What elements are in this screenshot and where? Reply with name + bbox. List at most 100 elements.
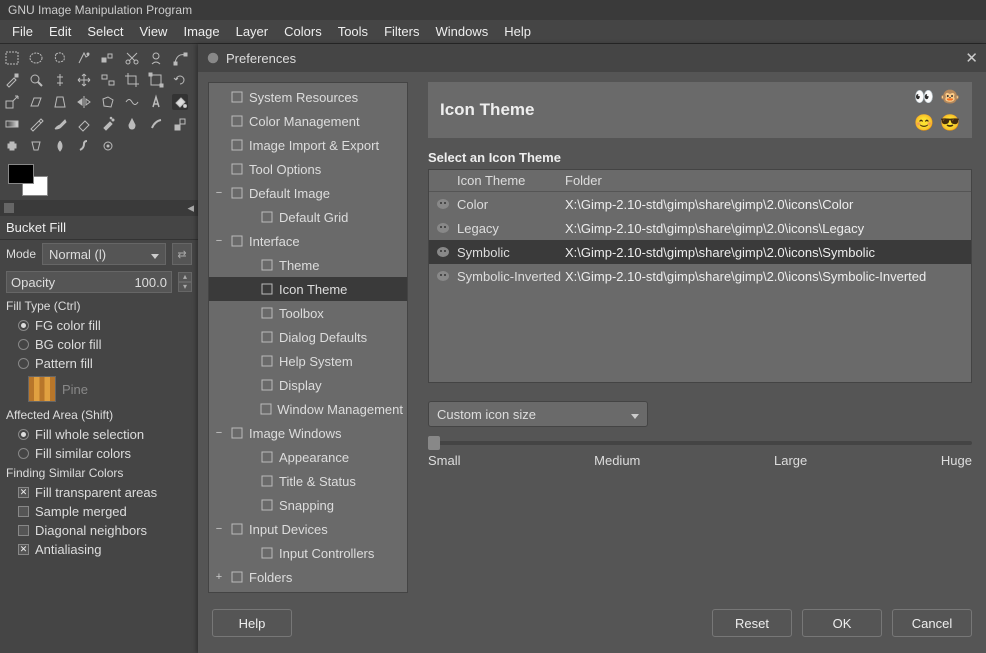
tree-item-title-status[interactable]: Title & Status — [209, 469, 407, 493]
tool-color-select-icon[interactable] — [100, 50, 116, 66]
tree-expander-icon[interactable]: − — [213, 187, 225, 199]
tree-item-image-import-export[interactable]: Image Import & Export — [209, 133, 407, 157]
theme-row-color[interactable]: ColorX:\Gimp-2.10-std\gimp\share\gimp\2.… — [429, 192, 971, 216]
tool-perspective-clone-icon[interactable] — [28, 138, 44, 154]
tree-item-icon-theme[interactable]: Icon Theme — [209, 277, 407, 301]
check-sample-merged[interactable] — [18, 506, 29, 517]
tool-ink-icon[interactable] — [124, 116, 140, 132]
tool-heal-icon[interactable] — [4, 138, 20, 154]
pattern-preview[interactable] — [28, 376, 56, 402]
opacity-spinner[interactable]: ▴▾ — [178, 272, 192, 292]
fg-bg-swatch[interactable] — [8, 164, 48, 196]
tree-item-theme[interactable]: Theme — [209, 253, 407, 277]
tab-menu-icon[interactable]: ◂ — [187, 200, 194, 216]
tree-item-image-windows[interactable]: −Image Windows — [209, 421, 407, 445]
tab-icon[interactable] — [4, 203, 14, 213]
tree-expander-icon[interactable]: − — [213, 523, 225, 535]
tool-free-select-icon[interactable] — [52, 50, 68, 66]
tree-item-help-system[interactable]: Help System — [209, 349, 407, 373]
tree-item-color-management[interactable]: Color Management — [209, 109, 407, 133]
radio-fill-whole[interactable] — [18, 429, 29, 440]
tool-zoom-icon[interactable] — [28, 72, 44, 88]
menu-windows[interactable]: Windows — [427, 21, 496, 42]
icon-size-dropdown[interactable]: Custom icon size — [428, 401, 648, 427]
tree-item-default-grid[interactable]: Default Grid — [209, 205, 407, 229]
tool-move-icon[interactable] — [76, 72, 92, 88]
tool-color-picker-icon[interactable] — [4, 72, 20, 88]
theme-row-symbolic-inverted[interactable]: Symbolic-InvertedX:\Gimp-2.10-std\gimp\s… — [429, 264, 971, 288]
tool-unified-transform-icon[interactable] — [148, 72, 164, 88]
tree-expander-icon[interactable]: + — [213, 571, 225, 583]
tree-item-appearance[interactable]: Appearance — [209, 445, 407, 469]
tool-warp-icon[interactable] — [124, 94, 140, 110]
radio-bg-fill[interactable] — [18, 339, 29, 350]
check-fill-transparent[interactable]: ✕ — [18, 487, 29, 498]
tool-blur-icon[interactable] — [52, 138, 68, 154]
menu-image[interactable]: Image — [175, 21, 227, 42]
reset-button[interactable]: Reset — [712, 609, 792, 637]
tool-ellipse-select-icon[interactable] — [28, 50, 44, 66]
help-button[interactable]: Help — [212, 609, 292, 637]
tree-item-dialog-defaults[interactable]: Dialog Defaults — [209, 325, 407, 349]
tree-item-snapping[interactable]: Snapping — [209, 493, 407, 517]
dialog-titlebar[interactable]: Preferences ✕ — [198, 44, 986, 72]
tool-crop-icon[interactable] — [124, 72, 140, 88]
radio-pattern-fill[interactable] — [18, 358, 29, 369]
tool-perspective-icon[interactable] — [52, 94, 68, 110]
tool-rect-select-icon[interactable] — [4, 50, 20, 66]
tree-item-tool-options[interactable]: Tool Options — [209, 157, 407, 181]
tree-expander-icon[interactable]: − — [213, 235, 225, 247]
tool-paintbrush-icon[interactable] — [52, 116, 68, 132]
check-antialias[interactable]: ✕ — [18, 544, 29, 555]
close-icon[interactable]: ✕ — [965, 49, 978, 67]
menu-colors[interactable]: Colors — [276, 21, 330, 42]
menu-filters[interactable]: Filters — [376, 21, 427, 42]
tree-item-interface[interactable]: −Interface — [209, 229, 407, 253]
tool-align-icon[interactable] — [100, 72, 116, 88]
col-folder[interactable]: Folder — [565, 173, 602, 188]
tree-expander-icon[interactable]: − — [213, 427, 225, 439]
cancel-button[interactable]: Cancel — [892, 609, 972, 637]
tool-scale-icon[interactable] — [4, 94, 20, 110]
menu-file[interactable]: File — [4, 21, 41, 42]
dock-tabstrip[interactable]: ◂ — [0, 200, 198, 216]
tree-item-system-resources[interactable]: System Resources — [209, 85, 407, 109]
tool-shear-icon[interactable] — [28, 94, 44, 110]
tool-foreground-select-icon[interactable] — [148, 50, 164, 66]
tree-item-folders[interactable]: +Folders — [209, 565, 407, 589]
tree-item-input-controllers[interactable]: Input Controllers — [209, 541, 407, 565]
tree-item-window-management[interactable]: Window Management — [209, 397, 407, 421]
tool-cage-icon[interactable] — [100, 94, 116, 110]
theme-row-legacy[interactable]: LegacyX:\Gimp-2.10-std\gimp\share\gimp\2… — [429, 216, 971, 240]
tool-eraser-icon[interactable] — [76, 116, 92, 132]
menu-tools[interactable]: Tools — [330, 21, 376, 42]
tree-item-toolbox[interactable]: Toolbox — [209, 301, 407, 325]
menu-layer[interactable]: Layer — [228, 21, 277, 42]
tool-paths-icon[interactable] — [172, 50, 188, 66]
tool-flip-icon[interactable] — [76, 94, 92, 110]
tool-smudge-icon[interactable] — [76, 138, 92, 154]
foreground-color[interactable] — [8, 164, 34, 184]
menu-edit[interactable]: Edit — [41, 21, 79, 42]
tree-item-input-devices[interactable]: −Input Devices — [209, 517, 407, 541]
theme-row-symbolic[interactable]: SymbolicX:\Gimp-2.10-std\gimp\share\gimp… — [429, 240, 971, 264]
radio-fill-similar[interactable] — [18, 448, 29, 459]
ok-button[interactable]: OK — [802, 609, 882, 637]
tool-mypaint-icon[interactable] — [148, 116, 164, 132]
menu-view[interactable]: View — [132, 21, 176, 42]
tree-item-default-image[interactable]: −Default Image — [209, 181, 407, 205]
tool-rotate-icon[interactable] — [172, 72, 188, 88]
radio-fg-fill[interactable] — [18, 320, 29, 331]
preferences-tree[interactable]: System ResourcesColor ManagementImage Im… — [208, 82, 408, 593]
tool-measure-icon[interactable] — [52, 72, 68, 88]
menu-help[interactable]: Help — [496, 21, 539, 42]
tool-gradient-icon[interactable] — [4, 116, 20, 132]
tool-airbrush-icon[interactable] — [100, 116, 116, 132]
mode-dropdown[interactable]: Normal (l) — [42, 243, 166, 265]
tool-text-icon[interactable] — [148, 94, 164, 110]
tool-clone-icon[interactable] — [172, 116, 188, 132]
tool-pencil-icon[interactable] — [28, 116, 44, 132]
menu-select[interactable]: Select — [79, 21, 131, 42]
mode-switch-icon[interactable]: ⇄ — [172, 243, 192, 265]
slider-thumb[interactable] — [428, 436, 440, 450]
